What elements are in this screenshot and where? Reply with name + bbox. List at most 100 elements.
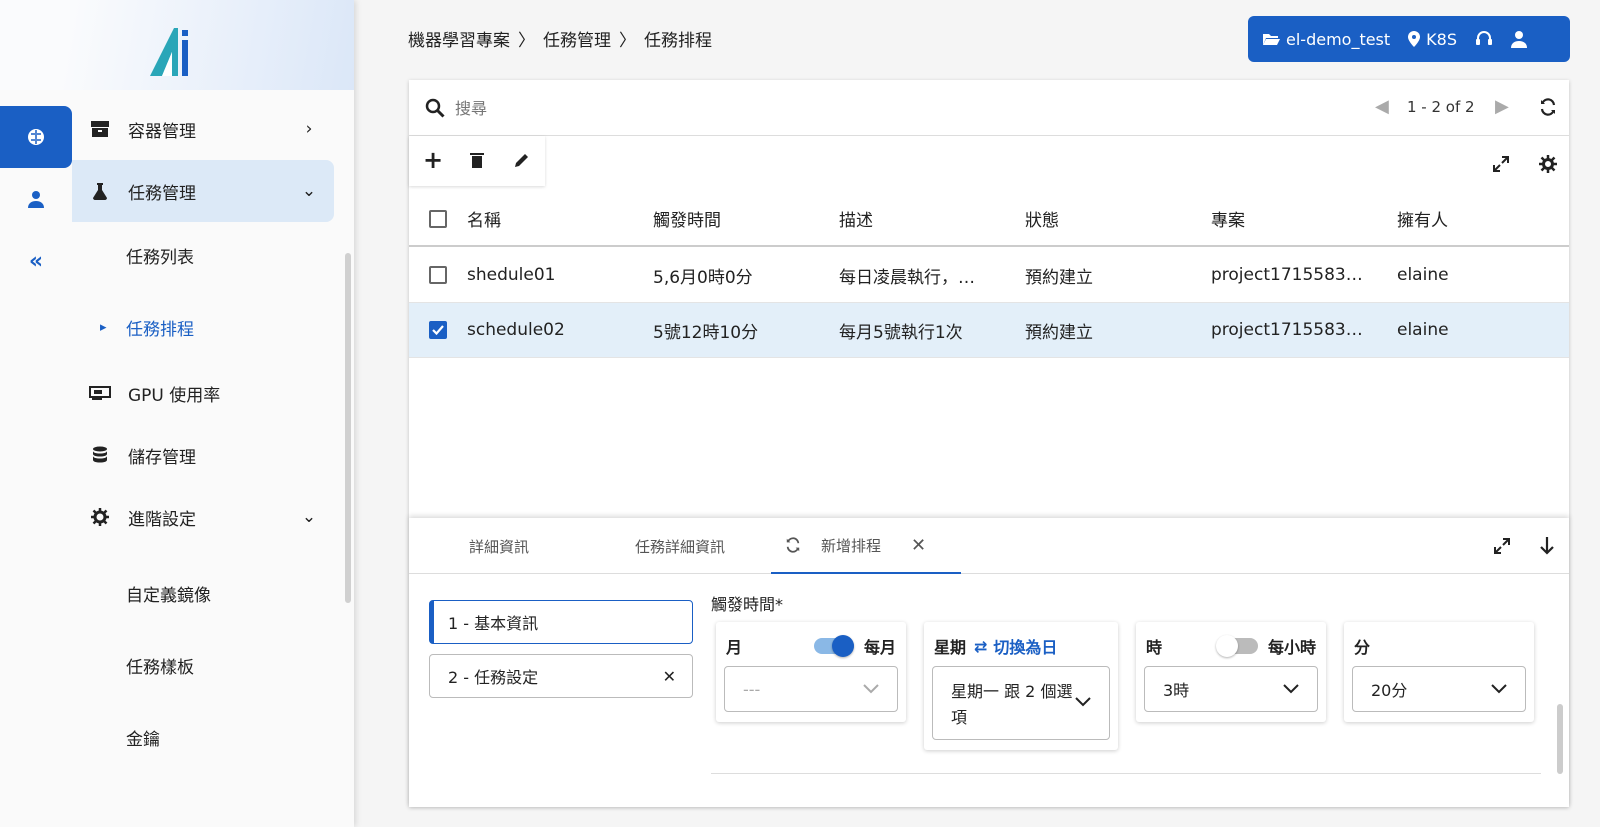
- tab-label: 詳細資訊: [469, 537, 530, 556]
- user-icon: [1511, 31, 1527, 48]
- table-row[interactable]: schedule02 5號12時10分 每月5號執行1次 預約建立 projec…: [409, 303, 1569, 358]
- chevron-down-icon: [1283, 684, 1299, 694]
- sidebar-scrollbar[interactable]: [345, 253, 351, 603]
- nav-sub-task-list[interactable]: 任務列表: [72, 224, 334, 286]
- month-select[interactable]: ---: [724, 666, 898, 712]
- hour-select[interactable]: 3時: [1144, 666, 1318, 712]
- collapse-sidebar-button[interactable]: «: [0, 230, 72, 292]
- logo-area: Ai: [0, 0, 354, 90]
- nav-item-storage[interactable]: 儲存管理: [72, 424, 334, 486]
- step-task-settings[interactable]: 2 - 任務設定 ✕: [429, 654, 693, 698]
- minute-select-value: 20分: [1371, 681, 1408, 700]
- switch-to-day-link[interactable]: 切換為日: [993, 634, 1057, 658]
- action-group: +: [409, 136, 545, 186]
- swap-icon: ⇄: [974, 636, 988, 656]
- column-header[interactable]: 專案: [1211, 206, 1397, 231]
- minute-card: 分 20分: [1344, 622, 1534, 722]
- expand-icon[interactable]: [1494, 538, 1510, 554]
- prev-page-button[interactable]: ◀: [1375, 96, 1389, 117]
- settings-gear-icon[interactable]: [1539, 155, 1557, 173]
- app-logo[interactable]: [148, 22, 208, 78]
- nav-sub-label: 自定義鏡像: [126, 585, 211, 606]
- row-checkbox[interactable]: [429, 266, 447, 284]
- column-header[interactable]: 擁有人: [1397, 206, 1569, 231]
- edit-button[interactable]: [514, 152, 530, 168]
- nav-sub-label: 金鑰: [126, 729, 160, 750]
- search-input[interactable]: [455, 94, 855, 122]
- cluster-name: K8S: [1426, 29, 1457, 49]
- column-header[interactable]: 名稱: [467, 206, 653, 231]
- row-checkbox[interactable]: [429, 321, 447, 339]
- headset-icon: [1476, 31, 1492, 45]
- refresh-icon[interactable]: [785, 537, 801, 553]
- monthly-toggle[interactable]: [813, 635, 854, 657]
- tab-task-details[interactable]: 任務詳細資訊: [635, 518, 725, 574]
- cell-owner: elaine: [1397, 320, 1449, 340]
- nav-sub-custom-image[interactable]: 自定義鏡像: [72, 562, 334, 624]
- trigger-time-label: 觸發時間*: [711, 595, 784, 614]
- cell-owner: elaine: [1397, 265, 1449, 285]
- close-icon: ✕: [911, 534, 927, 556]
- minute-select[interactable]: 20分: [1352, 666, 1526, 712]
- close-tab-button[interactable]: ✕: [911, 535, 926, 556]
- rail-ml-button[interactable]: [0, 106, 72, 168]
- divider: [711, 773, 1541, 774]
- monthly-toggle-label: 每月: [863, 638, 896, 657]
- pencil-icon: [515, 154, 528, 167]
- nav-sub-keys[interactable]: 金鑰: [72, 706, 334, 768]
- nav-item-gpu[interactable]: GPU 使用率: [72, 362, 334, 424]
- refresh-icon[interactable]: [1539, 98, 1557, 116]
- rail-user-button[interactable]: [0, 168, 72, 230]
- gpu-card-icon: [89, 386, 111, 400]
- table-toolbar: +: [409, 136, 1569, 192]
- arrow-down-icon[interactable]: [1539, 536, 1555, 556]
- nav-sub-task-template[interactable]: 任務樣板: [72, 634, 334, 696]
- weekday-select-value: 星期一 跟 2 個選: [951, 682, 1073, 701]
- nav-sub-label: 任務樣板: [126, 657, 194, 678]
- search-icon: [425, 98, 445, 118]
- weekday-select[interactable]: 星期一 跟 2 個選 項: [932, 666, 1110, 740]
- column-header[interactable]: 狀態: [1025, 206, 1211, 231]
- table-row[interactable]: shedule01 5,6月0時0分 每日凌晨執行，每月5號執行1次 預約建立 …: [409, 248, 1569, 303]
- cell-status: 預約建立: [1025, 267, 1093, 288]
- breadcrumb-item[interactable]: 機器學習專案: [408, 26, 510, 51]
- nav-label: 儲存管理: [128, 447, 196, 468]
- nav-sub-label: 任務列表: [126, 247, 194, 268]
- support-button[interactable]: [1475, 30, 1493, 48]
- nav-item-advanced[interactable]: 進階設定 ⌄: [72, 486, 334, 548]
- select-all-cell: [409, 209, 467, 228]
- tab-details[interactable]: 詳細資訊: [469, 518, 529, 574]
- next-page-button[interactable]: ▶: [1495, 96, 1509, 117]
- nav-item-containers[interactable]: 容器管理 ›: [72, 98, 334, 160]
- nav-item-tasks[interactable]: 任務管理 ⌄: [72, 160, 334, 222]
- cell-desc: 每日凌晨執行，每月5號執行1次: [839, 267, 1025, 288]
- nav-sub-task-schedule[interactable]: ▸ 任務排程: [72, 296, 334, 358]
- project-selector[interactable]: el-demo_test: [1262, 30, 1390, 49]
- sidebar: Ai « 容器管理 › 任務管理 ⌄ 任務列表 ▸ 任務排程 GPU 使用率 儲…: [0, 0, 354, 827]
- error-x-icon: ✕: [662, 666, 676, 686]
- account-button[interactable]: [1511, 30, 1527, 48]
- double-chevron-left-icon: «: [28, 248, 44, 274]
- cluster-selector[interactable]: K8S: [1408, 30, 1457, 49]
- drawer-scrollbar[interactable]: [1557, 704, 1563, 774]
- hour-card: 時 每小時 3時: [1136, 622, 1326, 722]
- breadcrumb: 機器學習專案 〉 任務管理 〉 任務排程: [408, 26, 712, 51]
- expand-icon[interactable]: [1493, 156, 1509, 172]
- delete-button[interactable]: [470, 152, 484, 168]
- trash-icon: [470, 153, 484, 155]
- breadcrumb-item[interactable]: 任務管理: [543, 26, 611, 51]
- step-basic-info[interactable]: 1 - 基本資訊: [429, 600, 693, 644]
- brain-icon: [28, 129, 44, 145]
- plus-icon: +: [423, 146, 444, 174]
- caret-right-icon: ▸: [100, 319, 107, 335]
- tab-new-schedule[interactable]: 新增排程 ✕: [771, 518, 961, 574]
- map-pin-icon: [1408, 31, 1421, 47]
- column-header[interactable]: 描述: [839, 206, 1025, 231]
- hourly-toggle[interactable]: [1215, 635, 1258, 657]
- step-label: 2 - 任務設定: [448, 668, 539, 687]
- column-header[interactable]: 觸發時間: [653, 206, 839, 231]
- hourly-toggle-label: 每小時: [1267, 638, 1316, 657]
- weekday-select-value-wrap: 項: [951, 708, 968, 727]
- add-button[interactable]: +: [423, 146, 443, 174]
- select-all-checkbox[interactable]: [429, 209, 447, 228]
